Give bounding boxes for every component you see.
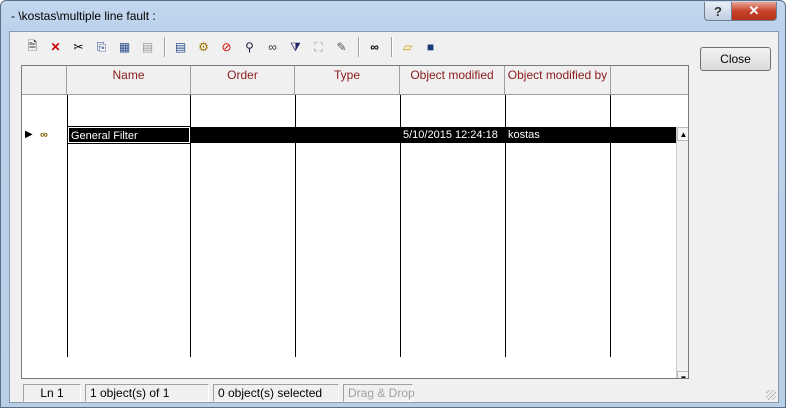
save-icon[interactable]: ■ — [420, 37, 441, 58]
status-bar: Ln 1 1 object(s) of 1 0 object(s) select… — [23, 384, 417, 402]
find-user-icon[interactable]: ⚲ — [239, 37, 260, 58]
vertical-scrollbar[interactable]: ▲ ▼ — [676, 127, 688, 378]
new-icon[interactable]: 🗎 — [22, 37, 43, 58]
row-marker-icon: ▶ — [25, 129, 33, 140]
column-header-type[interactable]: Type — [295, 66, 400, 94]
paste-icon[interactable]: ▤ — [137, 37, 158, 58]
open-folder-icon[interactable]: ▱ — [397, 37, 418, 58]
title-bar[interactable]: - \kostas\multiple line fault : ? ✕ — [1, 1, 785, 31]
status-object-count: 1 object(s) of 1 — [85, 384, 209, 402]
status-drag-drop: Drag & Drop — [343, 384, 415, 402]
column-header-name[interactable]: Name — [67, 66, 191, 94]
cell-empty — [611, 127, 676, 143]
network-icon[interactable]: ⛶ — [308, 37, 329, 58]
status-selected-count: 0 object(s) selected — [213, 384, 339, 402]
toolbar: 🗎 ✕ ✂ ⎘ ▦ ▤ ▤ ⚙ ⊘ ⚲ ∞ ⧩ ⛶ ✎ ∞ ▱ ■ — [22, 35, 443, 59]
cut-icon[interactable]: ✂ — [68, 37, 89, 58]
glasses-icon[interactable]: ∞ — [262, 37, 283, 58]
row-header-corner — [22, 66, 67, 94]
toolbar-separator — [391, 37, 393, 57]
grid-header: Name Order Type Object modified Object m… — [22, 66, 688, 95]
cell-name[interactable]: General Filter — [67, 126, 191, 144]
scroll-down-arrow[interactable]: ▼ — [677, 371, 688, 378]
column-header-order[interactable]: Order — [191, 66, 295, 94]
gears-icon[interactable]: ⚙ — [193, 37, 214, 58]
status-line: Ln 1 — [23, 384, 81, 402]
column-header-object-modified[interactable]: Object modified — [400, 66, 505, 94]
window-title: - \kostas\multiple line fault : — [11, 9, 156, 23]
dialog-client-area: 🗎 ✕ ✂ ⎘ ▦ ▤ ▤ ⚙ ⊘ ⚲ ∞ ⧩ ⛶ ✎ ∞ ▱ ■ Name O… — [9, 31, 779, 403]
close-button[interactable]: Close — [700, 47, 771, 71]
disable-icon[interactable]: ⊘ — [216, 37, 237, 58]
cell-order[interactable] — [191, 127, 295, 143]
dialog-window: - \kostas\multiple line fault : ? ✕ 🗎 ✕ … — [0, 0, 786, 408]
cell-object-modified-by[interactable]: kostas — [506, 127, 610, 143]
binoculars-icon[interactable]: ∞ — [364, 37, 385, 58]
paste-special-icon[interactable]: ▦ — [114, 37, 135, 58]
toolbar-separator — [164, 37, 166, 57]
column-header-object-modified-by[interactable]: Object modified by — [505, 66, 611, 94]
toolbar-separator — [358, 37, 360, 57]
edit-note-icon[interactable]: ✎ — [331, 37, 352, 58]
copy-icon[interactable]: ⎘ — [91, 37, 112, 58]
resize-grip[interactable] — [766, 390, 776, 400]
binoculars-icon: ∞ — [40, 129, 48, 141]
properties-icon[interactable]: ▤ — [170, 37, 191, 58]
cell-type[interactable] — [296, 127, 400, 143]
window-close-button[interactable]: ✕ — [731, 2, 777, 21]
objects-grid[interactable]: Name Order Type Object modified Object m… — [21, 65, 689, 379]
scroll-up-arrow[interactable]: ▲ — [677, 127, 688, 141]
help-button[interactable]: ? — [704, 2, 732, 21]
cell-object-modified[interactable]: 5/10/2015 12:24:18 — [401, 127, 505, 143]
delete-icon[interactable]: ✕ — [45, 37, 66, 58]
filter-dropdown-icon[interactable]: ⧩ — [285, 37, 306, 58]
